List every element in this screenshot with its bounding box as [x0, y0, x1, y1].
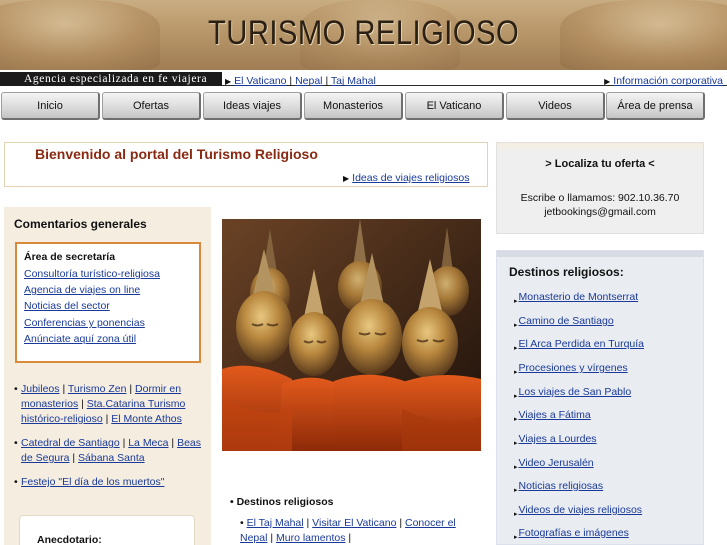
triangle-icon: ▸ [514, 416, 518, 423]
triangle-icon: ▶ [225, 77, 232, 86]
left-sidebar: Comentarios generales Área de secretaría… [4, 207, 211, 545]
secretaria-link[interactable]: Consultoría turístico-religiosa [24, 268, 160, 280]
tab-videos[interactable]: Videos [506, 92, 605, 120]
center-destinations-links: • El Taj Mahal | Visitar El Vaticano | C… [240, 517, 456, 544]
destination-link[interactable]: Video Jerusalén [519, 457, 594, 469]
center-destinations: • Destinos religiosos • El Taj Mahal | V… [230, 496, 490, 544]
tab-area-prensa[interactable]: Área de prensa [606, 92, 705, 120]
destination-link[interactable]: Monasterio de Montserrat [519, 291, 639, 303]
tagline-bar: Agencia especializada en fe viajera [0, 72, 222, 86]
triangle-icon: ▸ [514, 511, 518, 518]
tab-el-vaticano[interactable]: El Vaticano [405, 92, 504, 120]
header-banner: TURISMO RELIGIOSO [0, 0, 727, 70]
secretaria-link[interactable]: Conferencias y ponencias [24, 317, 145, 329]
tab-inicio[interactable]: Inicio [1, 92, 100, 120]
bullet-group: • Jubileos | Turismo Zen | Dormir en mon… [14, 383, 186, 425]
comments-heading: Comentarios generales [14, 217, 147, 231]
right-sidebar: Destinos religiosos: ▸Monasterio de Mont… [496, 250, 704, 545]
secretaria-link[interactable]: Noticias del sector [24, 300, 110, 312]
triangle-icon: ▶ [343, 174, 350, 183]
destination-link[interactable]: Procesiones y vírgenes [519, 362, 628, 374]
destination-item: ▸Viajes a Lourdes [514, 433, 597, 447]
destination-link[interactable]: Viajes a Fátima [519, 409, 591, 421]
destination-item: ▸Procesiones y vírgenes [514, 362, 628, 376]
list-link[interactable]: Jubileos [21, 383, 60, 395]
tab-monasterios[interactable]: Monasterios [304, 92, 403, 120]
anecdotario-box: Anecdotario: [19, 515, 195, 545]
destination-item: ▸Viajes a Fátima [514, 409, 591, 423]
corporate-info: ▶ Información corporativa [604, 75, 723, 87]
list-link[interactable]: Sábana Santa [78, 452, 145, 464]
destination-item: ▸Los viajes de San Pablo [514, 386, 631, 400]
destination-item: ▸Camino de Santiago [514, 315, 614, 329]
secretaria-box: Área de secretaría Consultoría turístico… [15, 242, 201, 363]
quick-links: ▶ El Vaticano | Nepal | Taj Mahal [225, 75, 376, 87]
destination-item: ▸Video Jerusalén [514, 457, 594, 471]
destination-item: ▸Noticias religiosas [514, 480, 603, 494]
tagline: Agencia especializada en fe viajera [24, 73, 208, 85]
list-link[interactable]: Catedral de Santiago [21, 437, 120, 449]
ideas-viajes-link[interactable]: Ideas de viajes religiosos [352, 172, 469, 184]
triangle-icon: ▸ [514, 534, 518, 541]
welcome-box: Bienvenido al portal del Turismo Religio… [4, 142, 488, 187]
buddha-statues-photo [222, 219, 481, 451]
list-link[interactable]: El Monte Athos [111, 413, 182, 425]
offer-phone: Escribe o llamamos: 902.10.36.70 [520, 192, 680, 204]
bullet-icon: • [14, 437, 18, 449]
bullet-group: • Catedral de Santiago | La Meca | Beas … [14, 437, 201, 464]
destination-link[interactable]: Camino de Santiago [519, 315, 614, 327]
center-link[interactable]: El Taj Mahal [247, 517, 304, 529]
triangle-icon: ▸ [514, 298, 518, 305]
triangle-icon: ▸ [514, 369, 518, 376]
destination-link[interactable]: Los viajes de San Pablo [519, 386, 632, 398]
list-link[interactable]: Festejo "El día de los muertos" [21, 476, 164, 488]
banner-relief [0, 0, 160, 70]
center-heading-text: Destinos religiosos [236, 496, 334, 508]
quick-link-taj-mahal[interactable]: Taj Mahal [331, 75, 376, 87]
buddha-statues-image [222, 219, 481, 451]
destination-link[interactable]: El Arca Perdida en Turquía [519, 338, 645, 350]
tab-ideas-viajes[interactable]: Ideas viajes [203, 92, 302, 120]
anecdotario-title: Anecdotario: [37, 534, 102, 545]
destination-item: ▸Fotografías e imágenes [514, 527, 629, 541]
triangle-icon: ▶ [604, 77, 611, 86]
destination-link[interactable]: Fotografías e imágenes [519, 527, 629, 539]
main-nav: Inicio Ofertas Ideas viajes Monasterios … [0, 92, 727, 121]
welcome-sublink: ▶ Ideas de viajes religiosos [343, 172, 469, 184]
offer-email: jetbookings@gmail.com [544, 206, 656, 218]
triangle-icon: ▸ [514, 487, 518, 494]
bullet-group: • Festejo "El día de los muertos" [14, 475, 204, 490]
welcome-heading: Bienvenido al portal del Turismo Religio… [35, 146, 318, 162]
destination-item: ▸El Arca Perdida en Turquía [514, 338, 644, 352]
triangle-icon: ▸ [514, 393, 518, 400]
destination-link[interactable]: Noticias religiosas [519, 480, 604, 492]
secretaria-link[interactable]: Agencia de viajes on line [24, 284, 140, 296]
quick-link-vaticano[interactable]: El Vaticano [234, 75, 286, 87]
offer-box: > Localiza tu oferta < Escribe o llamamo… [496, 142, 704, 234]
list-link[interactable]: La Meca [128, 437, 168, 449]
tab-ofertas[interactable]: Ofertas [102, 92, 201, 120]
quick-link-nepal[interactable]: Nepal [295, 75, 322, 87]
center-link[interactable]: Muro lamentos [276, 532, 345, 544]
triangle-icon: ▸ [514, 440, 518, 447]
destination-link[interactable]: Viajes a Lourdes [519, 433, 597, 445]
triangle-icon: ▸ [514, 322, 518, 329]
destinations-heading: Destinos religiosos: [509, 265, 624, 279]
secretaria-link[interactable]: Anúnciate aquí zona útil [24, 333, 136, 345]
destination-item: ▸Videos de viajes religiosos [514, 504, 642, 518]
secretaria-title: Área de secretaría [24, 251, 116, 263]
offer-heading: > Localiza tu oferta < [545, 158, 655, 170]
triangle-icon: ▸ [514, 345, 518, 352]
destination-item: ▸Monasterio de Montserrat [514, 291, 638, 305]
corporate-info-link[interactable]: Información corporativa [613, 75, 723, 87]
list-link[interactable]: Turismo Zen [68, 383, 127, 395]
center-link[interactable]: Visitar El Vaticano [312, 517, 396, 529]
bullet-icon: • [14, 383, 18, 395]
bullet-icon: • [14, 476, 18, 488]
banner-relief [560, 0, 727, 70]
site-title: TURISMO RELIGIOSO [208, 14, 520, 52]
destination-link[interactable]: Videos de viajes religiosos [519, 504, 643, 516]
center-destinations-heading: • Destinos religiosos [230, 496, 334, 508]
triangle-icon: ▸ [514, 464, 518, 471]
